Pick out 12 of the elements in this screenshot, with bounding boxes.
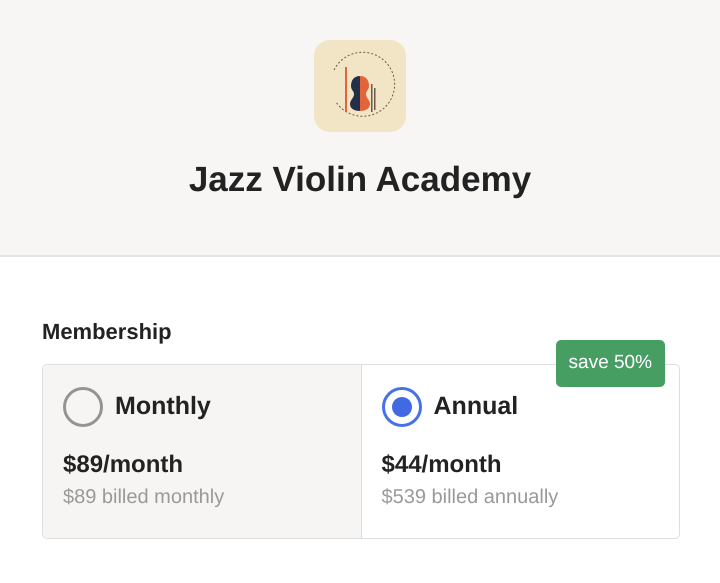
plan-label: Annual — [434, 391, 518, 422]
billing-note: $539 billed annually — [382, 484, 560, 510]
plan-price: $44/month — [382, 451, 503, 480]
savings-tag: save 50% — [556, 340, 665, 386]
radio-button[interactable] — [63, 387, 103, 427]
plan-price: $89/month — [63, 451, 184, 480]
plan-option[interactable]: Monthly $89/month $89 billed monthly — [43, 365, 362, 538]
radio-button[interactable] — [382, 387, 422, 427]
plan-label: Monthly — [115, 391, 211, 422]
academy-title: Jazz Violin Academy — [188, 159, 532, 201]
billing-note: $89 billed monthly — [63, 484, 226, 510]
section-heading: Membership — [42, 318, 173, 346]
